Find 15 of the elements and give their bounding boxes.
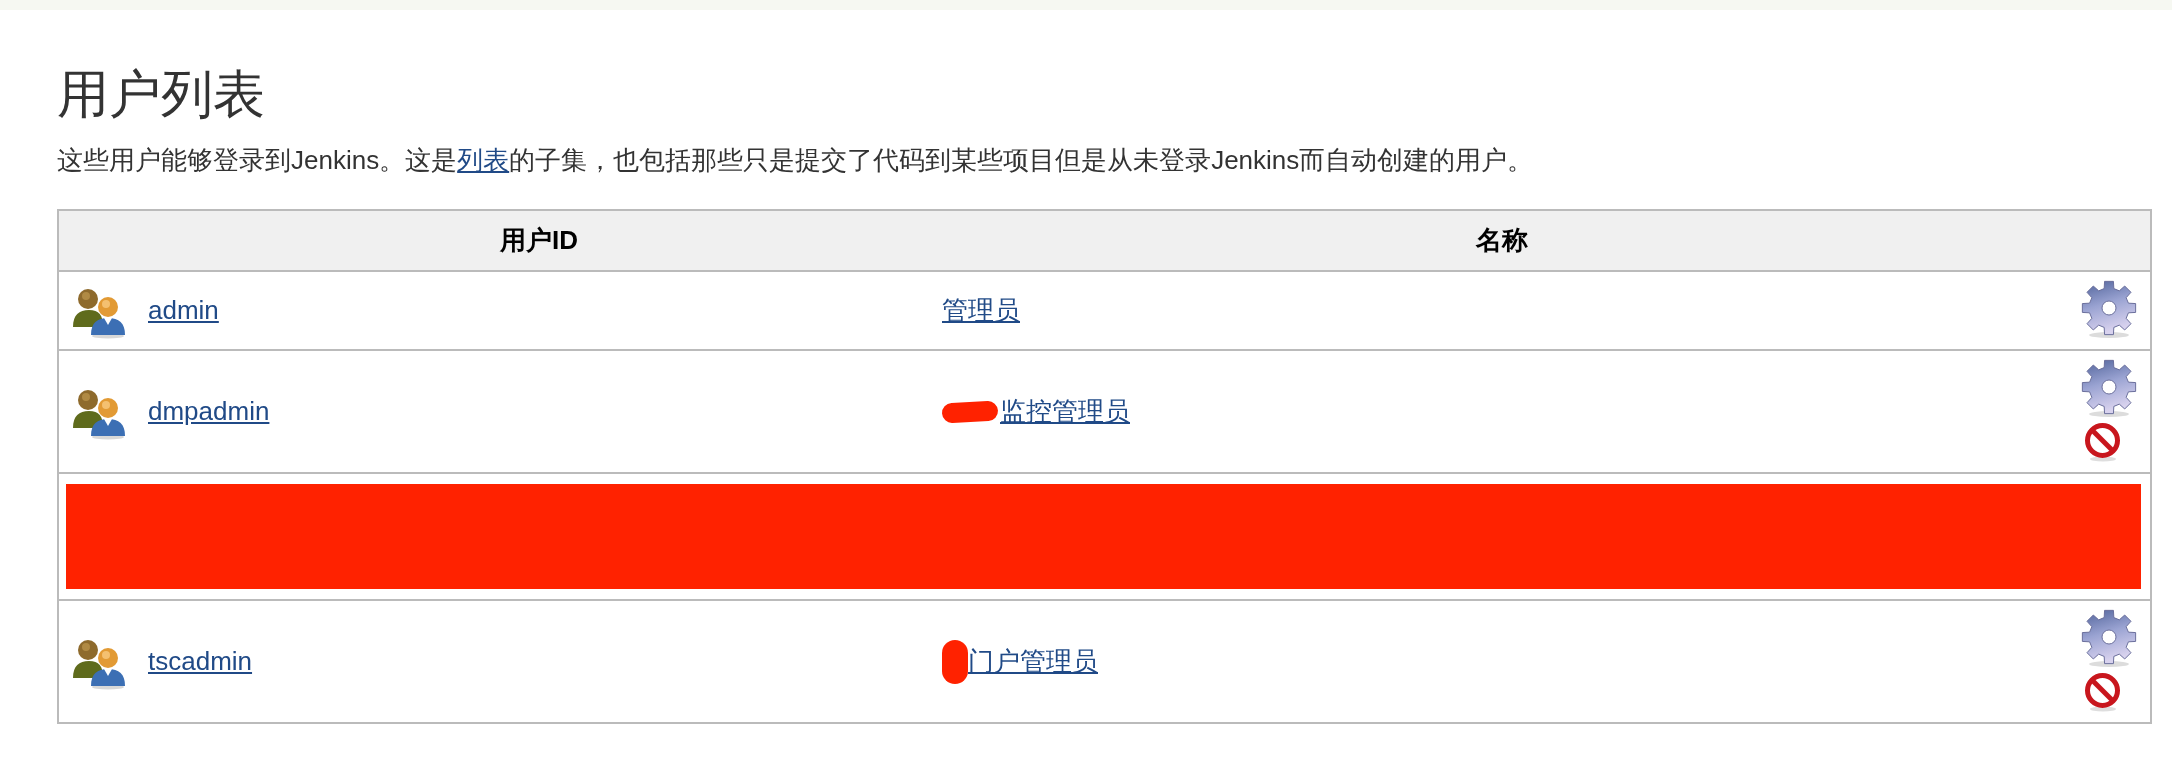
page-title: 用户列表 — [57, 64, 266, 125]
description-text: 这些用户能够登录到Jenkins。这是列表的子集，也包括那些只是提交了代码到某些项目但是从未登录Jenkins而自动创建的用户。 — [57, 144, 1535, 177]
list-link[interactable]: 列表 — [457, 145, 510, 175]
user-id-link[interactable]: admin — [148, 291, 219, 330]
user-name-link[interactable]: 管理员 — [942, 291, 1020, 330]
redaction-mark — [942, 639, 968, 684]
prohibit-icon[interactable] — [2082, 672, 2123, 712]
column-header: 名称 — [1475, 224, 1528, 257]
prohibit-icon[interactable] — [2082, 422, 2123, 462]
user-id-link[interactable]: tscadmin — [148, 642, 253, 681]
user-id-link[interactable]: dmpadmin — [148, 392, 270, 431]
user-name-link[interactable]: 监控管理员 — [1000, 392, 1130, 431]
user-name-link[interactable]: 门户管理员 — [968, 642, 1098, 681]
column-header: 用户ID — [500, 224, 578, 257]
redaction-mark — [941, 400, 999, 423]
